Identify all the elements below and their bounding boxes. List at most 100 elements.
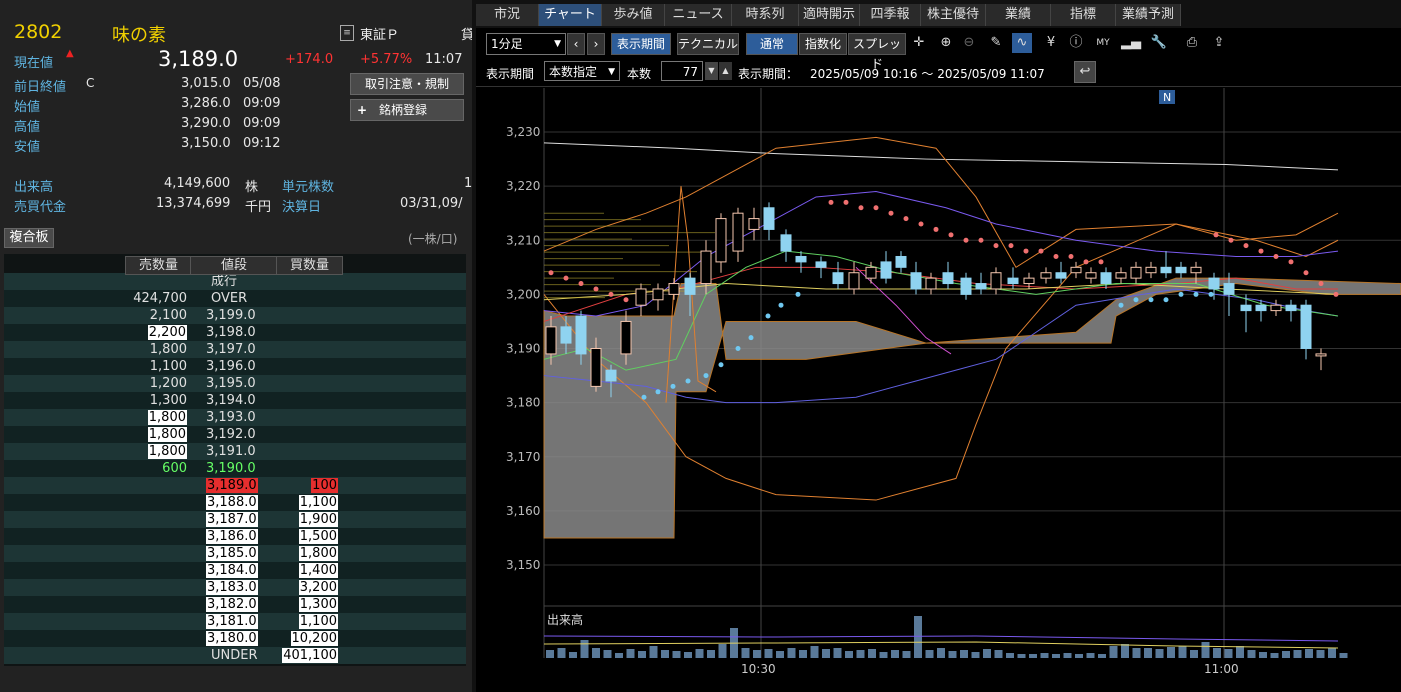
candle[interactable] <box>715 218 727 263</box>
candle[interactable] <box>1300 304 1312 349</box>
count-down-icon[interactable]: ▼ <box>705 62 718 80</box>
order-book-row[interactable]: 1,100 3,196.0 <box>4 358 466 375</box>
candle[interactable] <box>545 326 557 355</box>
candle[interactable] <box>1040 272 1052 279</box>
candle[interactable] <box>1175 266 1187 274</box>
order-book-row[interactable]: 1,800 3,197.0 <box>4 341 466 358</box>
next-button[interactable]: › <box>587 33 605 55</box>
candle[interactable] <box>1285 304 1297 312</box>
tab-9[interactable]: 指標 <box>1051 4 1116 26</box>
order-book-row[interactable]: 1,200 3,195.0 <box>4 375 466 392</box>
order-book-row[interactable]: 3,188.0 1,100 <box>4 494 466 511</box>
register-stock-button[interactable]: + 銘柄登録 <box>350 99 464 121</box>
order-book-row[interactable]: 424,700 OVER <box>4 290 466 307</box>
trading-notice-button[interactable]: 取引注意・規制 <box>350 73 464 95</box>
order-book-row[interactable]: 1,800 3,193.0 <box>4 409 466 426</box>
candle[interactable] <box>895 255 907 268</box>
order-book-row[interactable]: 3,185.0 1,800 <box>4 545 466 562</box>
order-book-row[interactable]: 3,184.0 1,400 <box>4 562 466 579</box>
order-book-row[interactable]: 2,100 3,199.0 <box>4 307 466 324</box>
candle[interactable] <box>910 272 922 290</box>
order-book-row[interactable]: 600 3,190.0 <box>4 460 466 477</box>
candle[interactable] <box>748 218 760 230</box>
order-book-row[interactable]: UNDER 401,100 <box>4 647 466 664</box>
candle[interactable] <box>780 234 792 252</box>
print-icon[interactable]: ⎙ <box>1182 33 1202 53</box>
order-book-row[interactable]: 3,180.0 10,200 <box>4 630 466 647</box>
candle[interactable] <box>1315 353 1327 357</box>
candle[interactable] <box>668 283 680 295</box>
candle[interactable] <box>848 272 860 290</box>
candle[interactable] <box>975 283 987 290</box>
info-icon[interactable]: ⓘ <box>1066 33 1086 53</box>
candle[interactable] <box>942 272 954 285</box>
candle[interactable] <box>684 277 696 295</box>
order-book-row[interactable]: 3,183.0 3,200 <box>4 579 466 596</box>
trend-icon[interactable]: ∿ <box>1012 33 1032 53</box>
candle[interactable] <box>1270 304 1282 312</box>
candle[interactable] <box>1100 272 1112 285</box>
document-icon[interactable]: ≡ <box>340 25 354 41</box>
candle[interactable] <box>652 288 664 301</box>
tab-0[interactable]: 市況 <box>476 4 539 26</box>
reset-period-icon[interactable]: ↩ <box>1074 61 1096 83</box>
candle[interactable] <box>700 250 712 285</box>
candle[interactable] <box>960 277 972 295</box>
interval-select[interactable]: 1分足 ▼ <box>486 33 566 55</box>
candle[interactable] <box>1115 272 1127 279</box>
order-book-row[interactable]: 3,187.0 1,900 <box>4 511 466 528</box>
tab-7[interactable]: 株主優待 <box>921 4 986 26</box>
candle[interactable] <box>1070 266 1082 274</box>
prev-button[interactable]: ‹ <box>567 33 585 55</box>
period-button[interactable]: 表示期間 <box>611 33 671 55</box>
spread-button[interactable]: スプレッド <box>848 33 906 71</box>
order-book-row[interactable]: 3,186.0 1,500 <box>4 528 466 545</box>
candle[interactable] <box>590 348 602 387</box>
export-icon[interactable]: ⇪ <box>1209 33 1229 53</box>
pencil-icon[interactable]: ✎ <box>986 33 1006 53</box>
candle[interactable] <box>1255 304 1267 312</box>
zoom-out-icon[interactable]: ⊖ <box>959 33 979 53</box>
candle[interactable] <box>635 288 647 306</box>
candle[interactable] <box>1007 277 1019 285</box>
candle[interactable] <box>1130 266 1142 279</box>
tab-2[interactable]: 歩み値 <box>602 4 665 26</box>
candle[interactable] <box>990 272 1002 290</box>
tab-10[interactable]: 業績予測 <box>1116 4 1181 26</box>
candle[interactable] <box>1160 266 1172 274</box>
order-book-row[interactable]: 1,800 3,192.0 <box>4 426 466 443</box>
order-book-row[interactable]: 1,300 3,194.0 <box>4 392 466 409</box>
count-up-icon[interactable]: ▲ <box>719 62 732 80</box>
order-book-row[interactable]: 1,800 3,191.0 <box>4 443 466 460</box>
candle[interactable] <box>880 261 892 279</box>
order-book-row[interactable]: 3,181.0 1,100 <box>4 613 466 630</box>
tab-3[interactable]: ニュース <box>665 4 732 26</box>
candle[interactable] <box>732 212 744 252</box>
technical-button[interactable]: テクニカル <box>677 33 739 55</box>
tab-1[interactable]: チャート <box>539 4 602 26</box>
crosshair-icon[interactable]: ✛ <box>909 33 929 53</box>
candle[interactable] <box>560 326 572 344</box>
candle[interactable] <box>763 207 775 230</box>
candle[interactable] <box>865 266 877 279</box>
order-book-title[interactable]: 複合板 <box>4 228 54 248</box>
my-indicator-icon[interactable]: MY <box>1093 33 1113 53</box>
candle[interactable] <box>1145 266 1157 274</box>
candle[interactable] <box>1085 272 1097 279</box>
candle[interactable] <box>605 369 617 382</box>
candle[interactable] <box>1023 277 1035 285</box>
volume-profile-icon[interactable]: ▂▄ <box>1121 33 1141 53</box>
candle[interactable] <box>575 315 587 355</box>
candle[interactable] <box>1208 277 1220 290</box>
candle[interactable] <box>925 277 937 290</box>
period-mode-select[interactable]: 本数指定 ▼ <box>544 61 620 81</box>
candle[interactable] <box>832 272 844 285</box>
index-button[interactable]: 指数化 <box>799 33 847 55</box>
tab-5[interactable]: 適時開示 <box>799 4 860 26</box>
zoom-in-icon[interactable]: ⊕ <box>936 33 956 53</box>
candle[interactable] <box>1055 272 1067 279</box>
order-book-row[interactable]: 3,189.0 100 <box>4 477 466 494</box>
normal-button[interactable]: 通常 <box>746 33 798 55</box>
candle[interactable] <box>1223 283 1235 295</box>
tab-6[interactable]: 四季報 <box>860 4 921 26</box>
